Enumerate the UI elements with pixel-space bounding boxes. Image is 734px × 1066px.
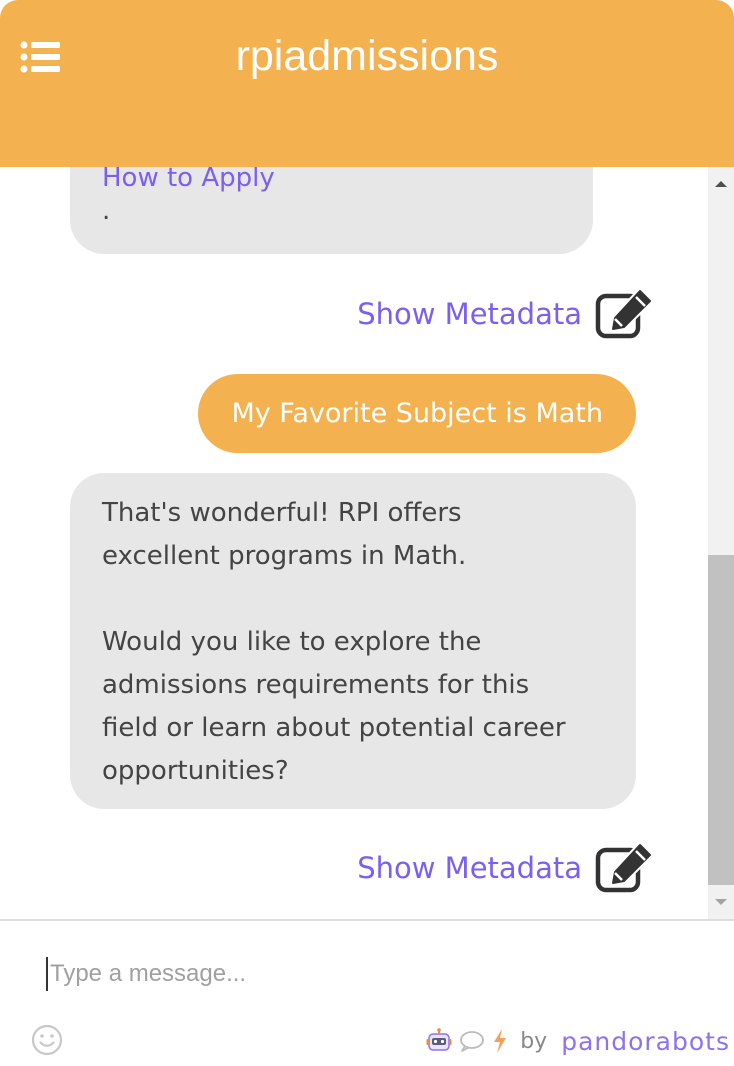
scroll-up-arrow-icon[interactable] — [708, 167, 734, 201]
chat-scrollbar[interactable] — [708, 167, 734, 919]
smiley-icon[interactable] — [30, 1023, 64, 1057]
show-metadata-row: Show Metadata — [357, 286, 656, 342]
how-to-apply-link[interactable]: How to Apply — [102, 167, 275, 193]
reply-line-5: field or learn about potential career — [102, 713, 566, 743]
edit-square-icon[interactable] — [594, 842, 656, 894]
speech-bubble-icon — [460, 1031, 485, 1052]
message-trailing-text: . — [102, 196, 111, 226]
scrollbar-thumb[interactable] — [708, 555, 734, 885]
pandorabots-logo[interactable]: pandorabots — [561, 1027, 730, 1056]
show-metadata-row: Show Metadata — [357, 840, 656, 896]
bot-message-previous: How to Apply . — [70, 167, 593, 254]
chat-header: rpiadmissions — [0, 0, 734, 167]
message-input[interactable] — [46, 957, 710, 991]
chat-transcript: How to Apply . Show Metadata My Favorite… — [0, 167, 708, 919]
scroll-down-arrow-icon[interactable] — [708, 885, 734, 919]
lightning-icon — [494, 1029, 507, 1053]
message-composer: by pandorabots — [0, 919, 734, 1066]
reply-paragraph-gap — [102, 578, 606, 621]
reply-line-2: excellent programs in Math. — [102, 541, 467, 571]
show-metadata-link[interactable]: Show Metadata — [357, 851, 582, 885]
chat-title: rpiadmissions — [235, 32, 499, 80]
show-metadata-link[interactable]: Show Metadata — [357, 297, 582, 331]
by-text: by — [520, 1028, 548, 1054]
edit-square-icon[interactable] — [594, 288, 656, 340]
user-message: My Favorite Subject is Math — [198, 374, 636, 453]
powered-by-pandorabots[interactable]: by pandorabots — [426, 1021, 730, 1061]
reply-line-4: admissions requirements for this — [102, 670, 530, 700]
bot-message-reply: That's wonderful! RPI offers excellent p… — [70, 473, 636, 809]
reply-line-6: opportunities? — [102, 756, 289, 786]
robot-icon — [426, 1028, 452, 1051]
reply-line-3: Would you like to explore the — [102, 627, 482, 657]
reply-line-1: That's wonderful! RPI offers — [102, 498, 462, 528]
